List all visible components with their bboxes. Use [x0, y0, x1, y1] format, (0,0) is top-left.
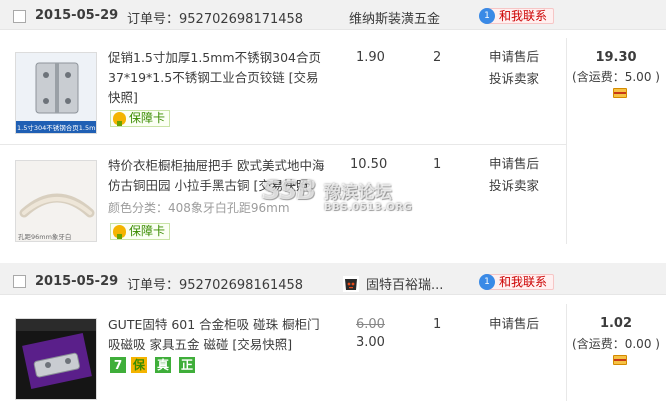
guarantee-card-badge[interactable]: 保障卡: [110, 110, 171, 127]
apply-after-sales-link[interactable]: 申请售后: [489, 313, 539, 335]
quantity: 1: [433, 317, 442, 332]
service-badges: 7 保 真 正: [110, 357, 200, 375]
order-header: 2015-05-29 订单号：952702698161458 固特百裕瑞... …: [0, 263, 666, 295]
handle-image-icon: [16, 161, 96, 241]
guarantee-card-badge[interactable]: 保障卡: [110, 223, 171, 240]
watermark-logo: SSB: [262, 176, 316, 206]
original-price: 6.00: [356, 317, 385, 332]
order-select-checkbox[interactable]: [13, 275, 26, 288]
guarantee-icon: [113, 112, 126, 126]
guarantee-icon: [113, 225, 126, 239]
magnet-catch-image-icon: [16, 319, 96, 399]
order-total: 1.02: [599, 316, 633, 331]
order-date: 2015-05-29: [35, 274, 119, 289]
item-divider: [0, 144, 566, 145]
forum-watermark: SSB 豫滨论坛 BBS.0513.ORG: [262, 176, 422, 220]
complain-seller-link[interactable]: 投诉卖家: [489, 68, 539, 90]
order-date: 2015-05-29: [35, 8, 119, 23]
order-number: 订单号：952702698161458: [127, 278, 304, 293]
shipping-fee: (含运费：0.00 ): [572, 337, 660, 351]
item-actions: 申请售后 投诉卖家: [489, 46, 539, 90]
unit-price: 1.90: [356, 50, 385, 65]
quantity: 1: [433, 157, 442, 172]
chat-icon: 1: [479, 274, 495, 290]
quantity: 2: [433, 50, 442, 65]
order-total: 19.30: [595, 50, 637, 65]
thumbnail-caption: 1.5寸304不锈钢合页1.5mm厚: [17, 124, 96, 132]
payment-card-icon[interactable]: [613, 88, 627, 98]
complain-seller-link[interactable]: 投诉卖家: [489, 175, 539, 197]
product-title-link[interactable]: GUTE固特 601 合金柜吸 碰珠 橱柜门吸磁吸 家具五金 磁碰 [交易快照]: [108, 315, 326, 355]
shipping-fee: (含运费：5.00 ): [572, 70, 660, 84]
genuine-badge[interactable]: 正: [179, 357, 195, 373]
contact-seller-button[interactable]: 1 和我联系: [479, 274, 555, 290]
apply-after-sales-link[interactable]: 申请售后: [489, 46, 539, 68]
order-number: 订单号：952702698171458: [127, 12, 304, 27]
thumbnail-caption: 孔距96mm象牙白: [18, 233, 72, 241]
unit-price: 3.00: [356, 335, 385, 350]
item-actions: 申请售后: [489, 313, 539, 335]
contact-seller-button[interactable]: 1 和我联系: [479, 8, 555, 24]
shop-name-link[interactable]: 固特百裕瑞...: [366, 274, 443, 293]
watermark-name: 豫滨论坛: [324, 183, 392, 203]
product-thumbnail[interactable]: 1.5寸304不锈钢合页1.5mm厚: [15, 52, 97, 134]
guarantee-badge[interactable]: 保: [131, 357, 147, 373]
shop-avatar-icon: [343, 276, 359, 292]
product-title-link[interactable]: 促销1.5寸加厚1.5mm不锈钢304合页 37*19*1.5不锈钢工业合页铰链…: [108, 48, 326, 108]
authentic-badge[interactable]: 真: [155, 357, 171, 373]
item-actions: 申请售后 投诉卖家: [489, 153, 539, 197]
shop-name-link[interactable]: 维纳斯装潢五金: [349, 8, 440, 27]
seven-day-return-badge[interactable]: 7: [110, 357, 126, 373]
order-header: 2015-05-29 订单号：952702698171458 维纳斯装潢五金 1…: [0, 0, 666, 30]
product-thumbnail[interactable]: [15, 318, 97, 400]
unit-price: 10.50: [350, 157, 388, 172]
order-select-checkbox[interactable]: [13, 10, 26, 23]
watermark-url: BBS.0513.ORG: [324, 202, 413, 213]
product-thumbnail[interactable]: 孔距96mm象牙白: [15, 160, 97, 242]
chat-icon: 1: [479, 8, 495, 24]
apply-after-sales-link[interactable]: 申请售后: [489, 153, 539, 175]
payment-card-icon[interactable]: [613, 355, 627, 365]
